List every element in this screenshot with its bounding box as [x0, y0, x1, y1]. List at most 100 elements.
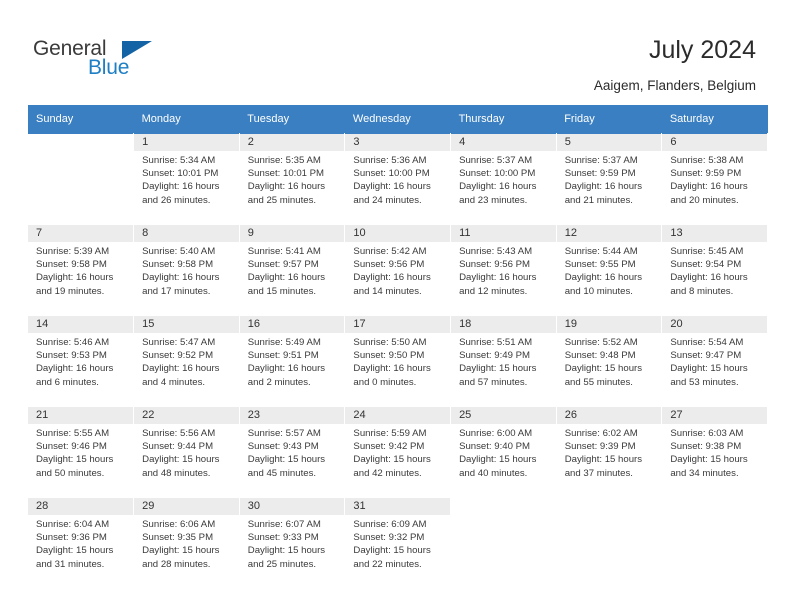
- daylight-text-line1: Daylight: 16 hours: [247, 363, 326, 375]
- calendar-day-cell[interactable]: 3 Sunrise: 5:36 AM Sunset: 10:00 PM Dayligh…: [344, 133, 452, 225]
- sunset-text: Sunset: 9:36 PM: [36, 532, 107, 544]
- day-cell-content: 16 Sunrise: 5:49 AM Sunset: 9:51 PM Dayligh…: [239, 316, 345, 406]
- day-details: Sunrise: 5:35 AM Sunset: 10:01 PM Daylight…: [240, 151, 345, 207]
- sunset-text: Sunset: 9:32 PM: [353, 532, 425, 544]
- calendar-day-cell[interactable]: 14 Sunrise: 5:46 AM Sunset: 9:53 PM Dayligh…: [28, 315, 135, 407]
- day-cell-content: 5 Sunrise: 5:37 AM Sunset: 9:59 PM Daylight…: [556, 134, 662, 224]
- calendar-day-cell[interactable]: 15 Sunrise: 5:47 AM Sunset: 9:52 PM Dayligh…: [133, 315, 240, 407]
- day-cell-content: 19 Sunrise: 5:52 AM Sunset: 9:48 PM Dayligh…: [556, 316, 662, 406]
- calendar-day-cell[interactable]: 8 Sunrise: 5:40 AM Sunset: 9:58 PM Daylight…: [133, 224, 240, 316]
- calendar-day-cell[interactable]: 16 Sunrise: 5:49 AM Sunset: 9:51 PM Dayligh…: [239, 315, 346, 407]
- daylight-text-line1: Daylight: 16 hours: [670, 181, 748, 193]
- daylight-text-line2: and 6 minutes.: [36, 376, 99, 388]
- daylight-text-line2: and 37 minutes.: [564, 467, 633, 479]
- sunset-text: Sunset: 10:00 PM: [353, 168, 430, 180]
- daylight-text-line2: and 25 minutes.: [247, 558, 317, 570]
- daylight-text-line1: Daylight: 16 hours: [142, 181, 220, 193]
- day-details: Sunrise: 6:09 AM Sunset: 9:32 PM Daylight:…: [345, 515, 450, 571]
- sunset-text: Sunset: 9:47 PM: [670, 350, 742, 362]
- weekday-header-saturday: Saturday: [661, 105, 768, 134]
- calendar-day-cell[interactable]: 27 Sunrise: 6:03 AM Sunset: 9:38 PM Dayligh…: [661, 406, 768, 498]
- sunrise-text: Sunrise: 5:40 AM: [142, 246, 216, 257]
- calendar-day-cell[interactable]: 29 Sunrise: 6:06 AM Sunset: 9:35 PM Dayligh…: [133, 497, 240, 589]
- day-cell-content: 27 Sunrise: 6:03 AM Sunset: 9:38 PM Dayligh…: [662, 407, 767, 497]
- calendar-day-cell[interactable]: 5 Sunrise: 5:37 AM Sunset: 9:59 PM Daylight…: [556, 133, 663, 225]
- day-number: 14: [28, 316, 134, 333]
- daylight-text-line2: and 24 minutes.: [353, 194, 422, 206]
- daylight-text-line2: and 34 minutes.: [670, 467, 739, 479]
- day-details: Sunrise: 5:39 AM Sunset: 9:58 PM Daylight:…: [28, 242, 133, 298]
- day-cell-content: 3 Sunrise: 5:36 AM Sunset: 10:00 PM Dayligh…: [345, 134, 451, 224]
- day-cell-content: 11 Sunrise: 5:43 AM Sunset: 9:56 PM Dayligh…: [451, 225, 556, 315]
- sunrise-text: Sunrise: 5:47 AM: [142, 337, 216, 348]
- day-number: 6: [662, 134, 767, 151]
- calendar-day-cell[interactable]: 31 Sunrise: 6:09 AM Sunset: 9:32 PM Dayligh…: [344, 497, 452, 589]
- sunrise-text: Sunrise: 5:55 AM: [36, 428, 110, 439]
- daylight-text-line2: and 45 minutes.: [247, 467, 317, 479]
- daylight-text-line2: and 2 minutes.: [247, 376, 311, 388]
- sunset-text: Sunset: 10:01 PM: [247, 168, 325, 180]
- calendar-week-row: 21 Sunrise: 5:55 AM Sunset: 9:46 PM Dayligh…: [28, 406, 768, 498]
- day-number: 1: [134, 134, 239, 151]
- calendar-week-row: 7 Sunrise: 5:39 AM Sunset: 9:58 PM Daylight…: [28, 224, 768, 316]
- calendar-day-cell[interactable]: 17 Sunrise: 5:50 AM Sunset: 9:50 PM Dayligh…: [344, 315, 452, 407]
- sunrise-text: Sunrise: 5:34 AM: [142, 155, 216, 166]
- sunset-text: Sunset: 9:53 PM: [36, 350, 107, 362]
- logo-text-blue: Blue: [88, 56, 130, 79]
- calendar-day-cell[interactable]: 1 Sunrise: 5:34 AM Sunset: 10:01 PM Dayligh…: [133, 133, 240, 225]
- daylight-text-line1: Daylight: 15 hours: [247, 545, 326, 557]
- calendar-day-cell[interactable]: 13 Sunrise: 5:45 AM Sunset: 9:54 PM Dayligh…: [661, 224, 768, 316]
- calendar-day-cell[interactable]: 22 Sunrise: 5:56 AM Sunset: 9:44 PM Dayligh…: [133, 406, 240, 498]
- day-cell-content: 14 Sunrise: 5:46 AM Sunset: 9:53 PM Dayligh…: [28, 316, 134, 406]
- calendar-day-cell[interactable]: 28 Sunrise: 6:04 AM Sunset: 9:36 PM Dayligh…: [28, 497, 135, 589]
- daylight-text-line2: and 17 minutes.: [142, 285, 211, 297]
- daylight-text-line2: and 40 minutes.: [459, 467, 528, 479]
- sunset-text: Sunset: 9:50 PM: [353, 350, 425, 362]
- calendar-day-cell[interactable]: 7 Sunrise: 5:39 AM Sunset: 9:58 PM Daylight…: [28, 224, 135, 316]
- sunrise-text: Sunrise: 5:54 AM: [670, 337, 744, 348]
- day-cell-content: 12 Sunrise: 5:44 AM Sunset: 9:55 PM Dayligh…: [556, 225, 662, 315]
- calendar-day-cell[interactable]: 11 Sunrise: 5:43 AM Sunset: 9:56 PM Dayligh…: [450, 224, 557, 316]
- calendar-day-cell[interactable]: 6 Sunrise: 5:38 AM Sunset: 9:59 PM Daylight…: [661, 133, 768, 225]
- day-number: 20: [662, 316, 767, 333]
- calendar-day-cell-empty: [661, 497, 768, 589]
- calendar-day-cell[interactable]: 18 Sunrise: 5:51 AM Sunset: 9:49 PM Dayligh…: [450, 315, 557, 407]
- daylight-text-line2: and 21 minutes.: [564, 194, 633, 206]
- day-details: Sunrise: 5:45 AM Sunset: 9:54 PM Daylight:…: [662, 242, 767, 298]
- daylight-text-line1: Daylight: 16 hours: [564, 181, 643, 193]
- daylight-text-line1: Daylight: 15 hours: [142, 454, 220, 466]
- sunrise-text: Sunrise: 5:35 AM: [247, 155, 321, 166]
- day-cell-content: 4 Sunrise: 5:37 AM Sunset: 10:00 PM Dayligh…: [451, 134, 556, 224]
- calendar-day-cell[interactable]: 24 Sunrise: 5:59 AM Sunset: 9:42 PM Dayligh…: [344, 406, 452, 498]
- day-details: Sunrise: 5:49 AM Sunset: 9:51 PM Daylight:…: [240, 333, 345, 389]
- calendar-day-cell[interactable]: 30 Sunrise: 6:07 AM Sunset: 9:33 PM Dayligh…: [239, 497, 346, 589]
- sunset-text: Sunset: 9:44 PM: [142, 441, 214, 453]
- daylight-text-line1: Daylight: 16 hours: [247, 272, 326, 284]
- calendar-day-cell[interactable]: 12 Sunrise: 5:44 AM Sunset: 9:55 PM Dayligh…: [556, 224, 663, 316]
- calendar-day-cell[interactable]: 23 Sunrise: 5:57 AM Sunset: 9:43 PM Dayligh…: [239, 406, 346, 498]
- day-cell-content: 18 Sunrise: 5:51 AM Sunset: 9:49 PM Dayligh…: [451, 316, 556, 406]
- sunset-text: Sunset: 9:38 PM: [670, 441, 742, 453]
- calendar-day-cell[interactable]: 21 Sunrise: 5:55 AM Sunset: 9:46 PM Dayligh…: [28, 406, 135, 498]
- sunrise-text: Sunrise: 5:56 AM: [142, 428, 216, 439]
- calendar-day-cell[interactable]: 20 Sunrise: 5:54 AM Sunset: 9:47 PM Dayligh…: [661, 315, 768, 407]
- calendar-day-cell[interactable]: 10 Sunrise: 5:42 AM Sunset: 9:56 PM Dayligh…: [344, 224, 452, 316]
- daylight-text-line2: and 57 minutes.: [459, 376, 528, 388]
- day-number: 30: [239, 498, 345, 515]
- daylight-text-line2: and 10 minutes.: [564, 285, 633, 297]
- calendar-day-cell[interactable]: 26 Sunrise: 6:02 AM Sunset: 9:39 PM Dayligh…: [556, 406, 663, 498]
- daylight-text-line2: and 48 minutes.: [142, 467, 211, 479]
- calendar-day-cell[interactable]: 9 Sunrise: 5:41 AM Sunset: 9:57 PM Daylight…: [239, 224, 346, 316]
- sunrise-text: Sunrise: 6:02 AM: [564, 428, 638, 439]
- calendar-day-cell[interactable]: 4 Sunrise: 5:37 AM Sunset: 10:00 PM Dayligh…: [450, 133, 557, 225]
- calendar-day-cell[interactable]: 19 Sunrise: 5:52 AM Sunset: 9:48 PM Dayligh…: [556, 315, 663, 407]
- day-number: 13: [662, 225, 767, 242]
- day-number: 4: [451, 134, 556, 151]
- calendar-day-cell[interactable]: 25 Sunrise: 6:00 AM Sunset: 9:40 PM Dayligh…: [450, 406, 557, 498]
- sunrise-text: Sunrise: 5:42 AM: [353, 246, 427, 257]
- calendar-week-row: 14 Sunrise: 5:46 AM Sunset: 9:53 PM Dayligh…: [28, 315, 768, 407]
- day-details: Sunrise: 5:50 AM Sunset: 9:50 PM Daylight:…: [345, 333, 450, 389]
- general-blue-logo[interactable]: General Blue: [33, 38, 163, 80]
- calendar-day-cell[interactable]: 2 Sunrise: 5:35 AM Sunset: 10:01 PM Dayligh…: [239, 133, 346, 225]
- sunset-text: Sunset: 9:49 PM: [459, 350, 530, 362]
